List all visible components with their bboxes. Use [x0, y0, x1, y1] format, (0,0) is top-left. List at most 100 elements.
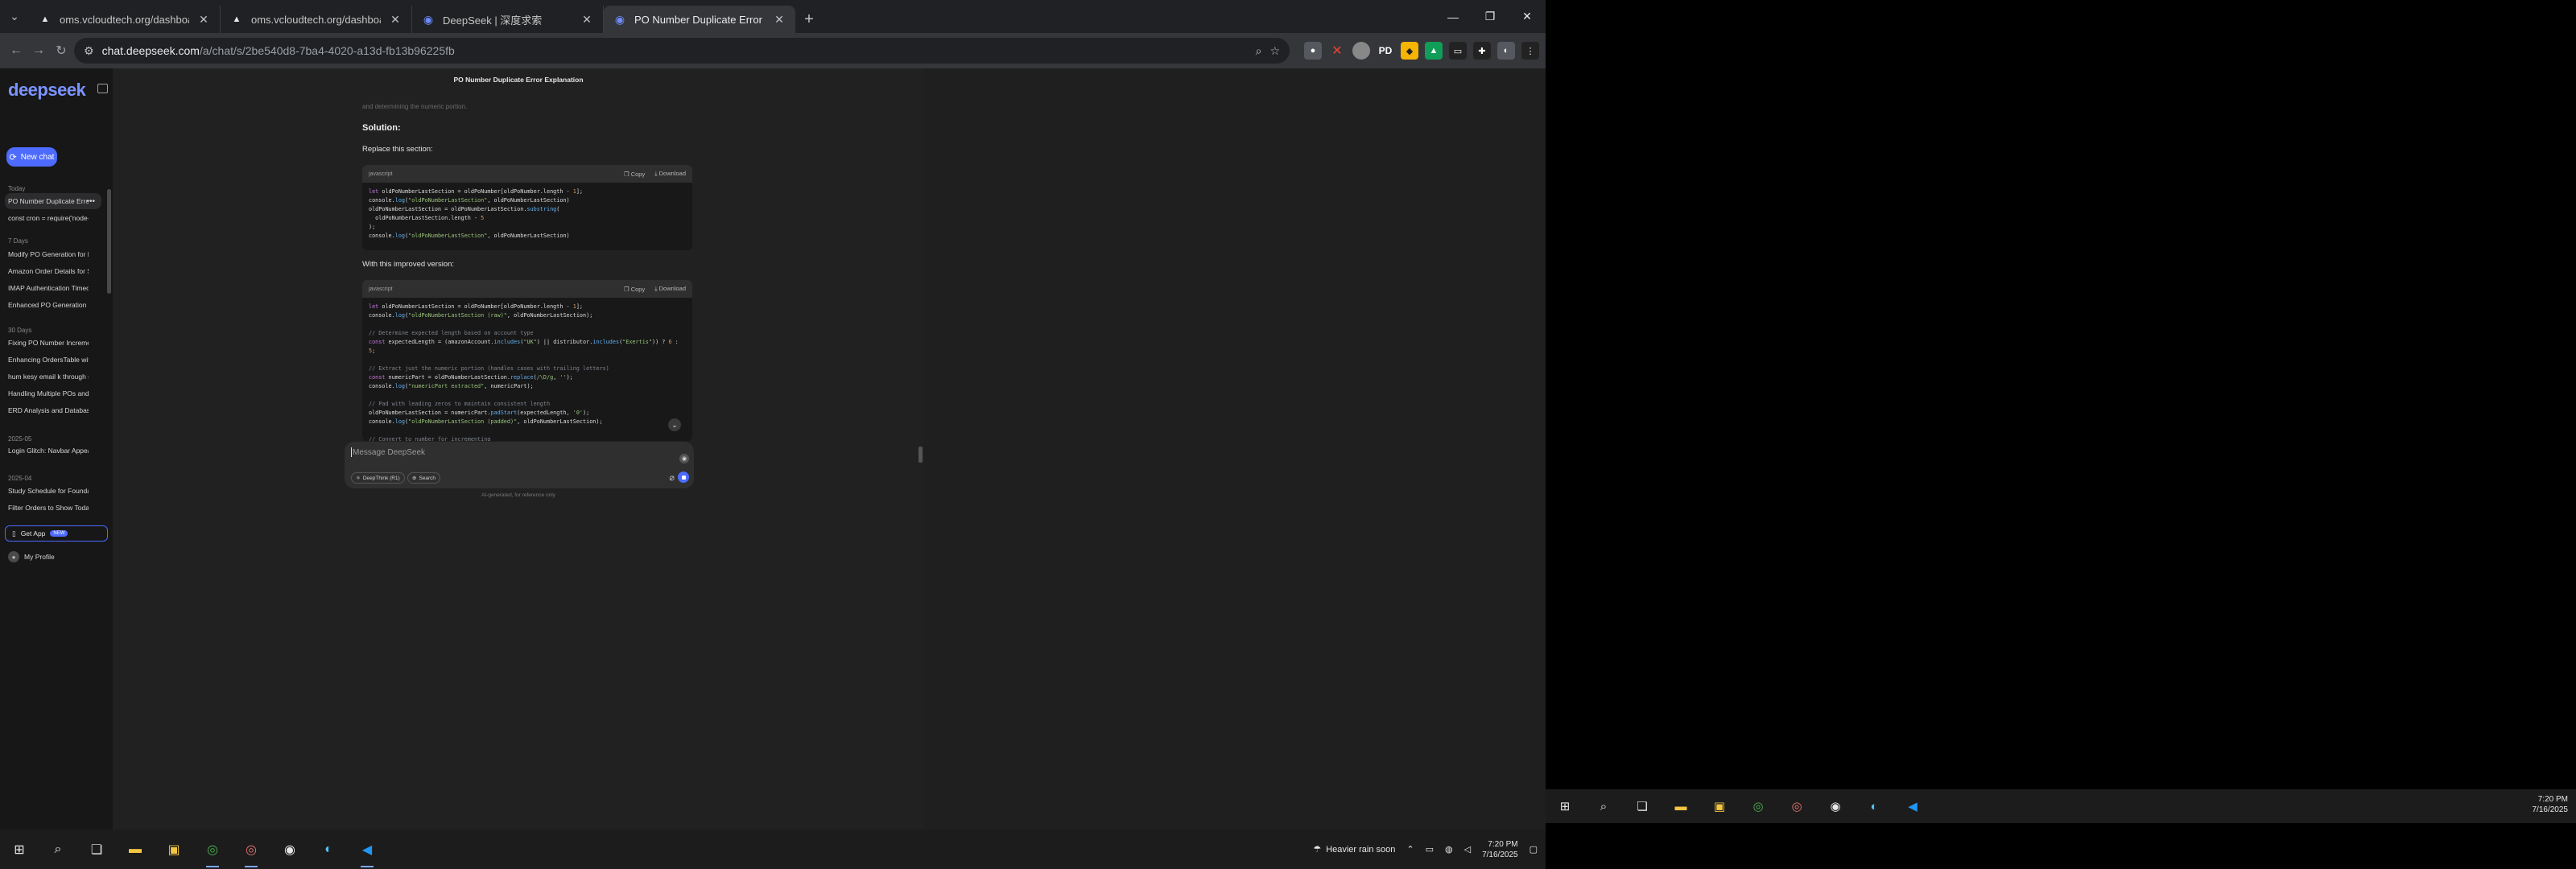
chrome-profile-icon[interactable]: ◎ [232, 830, 270, 869]
chat-item[interactable]: Enhanced PO Generation for Mu [5, 297, 101, 313]
chrome-menu-icon[interactable]: ⋮ [1521, 42, 1539, 60]
network-icon[interactable]: ◍ [1445, 844, 1453, 855]
code-content[interactable]: let oldPoNumberLastSection = oldPoNumber… [362, 298, 692, 441]
search-icon[interactable]: ⌕ [1584, 789, 1623, 823]
tab-3[interactable]: ◉ DeepSeek | 深度求索 ✕ [412, 6, 604, 33]
chat-item[interactable]: ERD Analysis and Database Mod [5, 402, 101, 418]
scroll-down-button[interactable]: ⌄ [668, 418, 681, 431]
chrome-icon[interactable]: ◎ [193, 830, 232, 869]
extension-icon[interactable] [1352, 42, 1370, 60]
task-view-icon[interactable]: ❏ [77, 830, 116, 869]
download-button[interactable]: ⤓ Download [654, 170, 686, 178]
download-button[interactable]: ⤓ Download [654, 285, 686, 293]
store-icon[interactable]: ▣ [1700, 789, 1739, 823]
deepseek-logo[interactable]: deepseek [8, 80, 86, 101]
chrome-icon[interactable]: ◎ [1739, 789, 1777, 823]
tab-2[interactable]: ▲ oms.vcloudtech.org/dashboard ✕ [221, 6, 412, 33]
extension-icon[interactable]: ▲ [1425, 42, 1443, 60]
chat-item[interactable]: const cron = require('node-cron [5, 210, 101, 226]
minimize-icon[interactable]: — [1435, 0, 1472, 33]
back-icon[interactable]: ← [6, 38, 26, 64]
edge-icon[interactable]: ◐ [1855, 789, 1893, 823]
volume-icon[interactable]: ◁ [1464, 844, 1471, 855]
windows-start-icon[interactable]: ⊞ [0, 830, 39, 869]
profile-avatar-icon[interactable]: ◐ [1497, 42, 1515, 60]
secondary-clock[interactable]: 7:20 PM 7/16/2025 [2533, 794, 2569, 815]
download-label: Download [658, 170, 686, 177]
text-caret [351, 447, 352, 457]
edge-icon[interactable]: ◐ [309, 830, 348, 869]
weather-widget[interactable]: ☂ Heavier rain soon [1313, 844, 1395, 855]
close-icon[interactable]: ✕ [389, 13, 402, 27]
chat-item[interactable]: IMAP Authentication Timeout Er [5, 280, 101, 296]
site-info-icon[interactable]: ⚙ [84, 44, 94, 58]
chat-item[interactable]: Modify PO Generation for Multi [5, 246, 101, 262]
close-window-icon[interactable]: ✕ [1509, 0, 1546, 33]
attach-icon[interactable]: ⌀ [669, 472, 675, 483]
close-icon[interactable]: ✕ [773, 13, 786, 27]
extension-x-icon[interactable]: ✕ [1328, 42, 1346, 60]
extension-icon[interactable]: ◆ [1401, 42, 1418, 60]
profile-button[interactable]: ● My Profile [8, 551, 55, 562]
search-icon[interactable]: ⌕ [39, 830, 77, 869]
chat-item[interactable]: Enhancing OrdersTable with Pro [5, 352, 101, 368]
zoom-icon[interactable]: ⌕ [1256, 44, 1262, 58]
store-icon[interactable]: ▣ [155, 830, 193, 869]
collapse-sidebar-icon[interactable] [97, 84, 108, 93]
code-content[interactable]: let oldPoNumberLastSection = oldPoNumber… [362, 183, 692, 250]
battery-icon[interactable]: ▭ [1426, 844, 1434, 855]
chrome-profile-icon[interactable]: ◎ [1777, 789, 1816, 823]
message-input[interactable]: Message DeepSeek [353, 448, 425, 457]
close-icon[interactable]: ✕ [197, 13, 210, 27]
notification-icon[interactable]: ▢ [1530, 844, 1538, 855]
deepthink-icon: ⚛ [356, 476, 361, 481]
vscode-icon[interactable]: ◀ [348, 830, 386, 869]
sidebar-scrollbar[interactable] [107, 189, 111, 294]
file-explorer-icon[interactable]: ▬ [1662, 789, 1700, 823]
address-bar[interactable]: ⚙ chat.deepseek.com/a/chat/s/2be540d8-7b… [74, 38, 1290, 64]
chat-item-label: Login Glitch: Navbar Appears Al [8, 447, 89, 455]
vscode-icon[interactable]: ◀ [1893, 789, 1932, 823]
new-chat-button[interactable]: ⟳ New chat [6, 147, 57, 167]
app-icon[interactable]: ◉ [1816, 789, 1855, 823]
restore-icon[interactable]: ❐ [1472, 0, 1509, 33]
chat-item[interactable]: Study Schedule for Foundation [5, 483, 101, 499]
forward-icon[interactable]: → [29, 38, 48, 64]
chat-item[interactable]: Amazon Order Details for Surge [5, 263, 101, 279]
task-view-icon[interactable]: ❏ [1623, 789, 1662, 823]
chat-item[interactable]: Fixing PO Number Increment Iss [5, 335, 101, 351]
chat-item[interactable]: Login Glitch: Navbar Appears Al [5, 443, 101, 459]
rain-cloud-icon: ☂ [1313, 845, 1322, 855]
bookmark-star-icon[interactable]: ☆ [1269, 44, 1280, 58]
main-scrollbar[interactable] [919, 447, 923, 463]
new-tab-button[interactable]: + [795, 6, 823, 33]
tab-1[interactable]: ▲ oms.vcloudtech.org/dashboard ✕ [29, 6, 221, 33]
extension-pd-icon[interactable]: PD [1377, 42, 1394, 60]
extension-icon[interactable]: ▭ [1449, 42, 1467, 60]
extensions-puzzle-icon[interactable]: ✚ [1473, 42, 1491, 60]
tab-4-active[interactable]: ◉ PO Number Duplicate Error Exp ✕ [604, 6, 795, 33]
copy-button[interactable]: ❐ Copy [624, 171, 645, 178]
code-block-2: javascript ❐ Copy ⤓ Download let oldPoNu… [362, 280, 692, 441]
chat-item[interactable]: Filter Orders to Show Today and [5, 500, 101, 516]
extension-icon[interactable]: ● [1304, 42, 1322, 60]
chat-item[interactable]: hum kesy email k through code [5, 369, 101, 385]
search-toggle[interactable]: ⊕ Search [407, 472, 441, 484]
stop-button[interactable] [678, 472, 689, 483]
clock[interactable]: 7:20 PM 7/16/2025 [1482, 839, 1518, 860]
reload-icon[interactable]: ↻ [52, 38, 71, 64]
code-language: javascript [369, 171, 393, 177]
close-icon[interactable]: ✕ [580, 13, 593, 27]
chat-item-active[interactable]: PO Number Duplicate Error ••• [5, 193, 101, 209]
deepthink-toggle[interactable]: ⚛ DeepThink (R1) [351, 472, 405, 484]
file-explorer-icon[interactable]: ▬ [116, 830, 155, 869]
more-options-icon[interactable]: ••• [86, 197, 95, 206]
copy-button[interactable]: ❐ Copy [624, 286, 645, 293]
chat-item[interactable]: Handling Multiple POs and TXW [5, 385, 101, 402]
chevron-up-icon[interactable]: ⌃ [1406, 844, 1414, 855]
tab-search-icon[interactable]: ⌄ [0, 0, 29, 33]
app-icon[interactable]: ◉ [270, 830, 309, 869]
windows-start-icon[interactable]: ⊞ [1546, 789, 1584, 823]
get-app-button[interactable]: ▯ Get App NEW [5, 525, 108, 542]
assistant-icon[interactable]: ◉ [679, 454, 689, 463]
